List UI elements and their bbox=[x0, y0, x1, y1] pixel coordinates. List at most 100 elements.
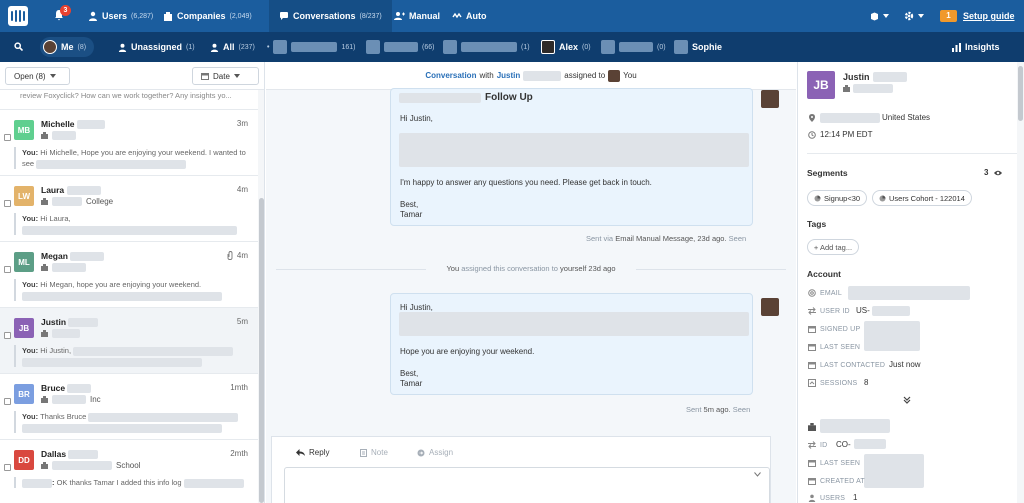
account-title: Account bbox=[807, 269, 841, 279]
eye-icon[interactable] bbox=[994, 169, 1002, 177]
location-pin-icon bbox=[809, 114, 815, 122]
conversation-link[interactable]: Conversation bbox=[425, 71, 476, 80]
inbox-all-count: (237) bbox=[238, 43, 255, 51]
list-scrollbar[interactable] bbox=[258, 90, 264, 503]
inbox-teammate-3-count: (1) bbox=[521, 43, 530, 51]
inbox-unassigned[interactable]: Unassigned (1) bbox=[118, 32, 195, 62]
message-bubble: Hi Justin, Hope you are enjoying your we… bbox=[390, 293, 753, 395]
message-signature: Tamar bbox=[400, 210, 423, 219]
list-item[interactable]: BR Bruce 1mth Inc You: Thanks Bruce bbox=[0, 374, 258, 440]
nav-companies[interactable]: Companies (2,049) bbox=[163, 0, 252, 32]
company-id-label: ID bbox=[820, 442, 828, 449]
timestamp: 1mth bbox=[230, 383, 248, 392]
reply-input[interactable] bbox=[284, 467, 770, 503]
list-item[interactable]: LW Laura 4m College You: Hi Laura, bbox=[0, 176, 258, 242]
segment-pill[interactable]: Signup<30 bbox=[807, 190, 868, 206]
tab-reply[interactable]: Reply bbox=[296, 448, 329, 457]
gear-icon bbox=[904, 11, 914, 21]
list-item-partial[interactable]: review Foxyclick? How can we work togeth… bbox=[0, 90, 258, 110]
inbox-unassigned-label: Unassigned bbox=[131, 42, 183, 52]
redacted-name bbox=[291, 42, 338, 52]
select-checkbox[interactable] bbox=[4, 266, 11, 273]
redacted-name bbox=[461, 42, 517, 52]
list-item[interactable]: DD Dallas 2mth School : OK thanks Tamar … bbox=[0, 440, 258, 503]
status-filter-dropdown[interactable]: Open (8) bbox=[5, 67, 70, 85]
sort-dropdown[interactable]: Date bbox=[192, 67, 259, 85]
tab-assign[interactable]: Assign bbox=[417, 448, 453, 457]
nav-users-label: Users bbox=[102, 11, 128, 21]
avatar: JB bbox=[14, 318, 34, 338]
chevron-down-icon[interactable] bbox=[754, 472, 761, 477]
user-link[interactable]: Justin bbox=[497, 71, 521, 80]
inbox-me[interactable]: Me (8) bbox=[40, 37, 95, 57]
inbox-alex[interactable]: Alex (0) bbox=[541, 32, 591, 62]
profile-company bbox=[843, 84, 893, 93]
nav-users[interactable]: Users (6,287) bbox=[88, 0, 153, 32]
lastcontacted-value: Just now bbox=[889, 360, 921, 369]
sessions-value: 8 bbox=[864, 378, 869, 387]
swap-icon bbox=[808, 441, 816, 449]
inbox-teammate-1[interactable]: • 161) bbox=[267, 32, 355, 62]
message-snippet: : OK thanks Tamar I added this info log bbox=[14, 477, 246, 488]
contact-name: Justin bbox=[41, 317, 99, 328]
setup-guide-link[interactable]: Setup guide bbox=[963, 11, 1015, 21]
status-filter-label: Open (8) bbox=[14, 71, 46, 81]
user-icon bbox=[118, 43, 127, 52]
inbox-sophie[interactable]: Sophie bbox=[674, 32, 722, 62]
inbox-nav: Me (8) Unassigned (1) All (237) • 161) (… bbox=[0, 32, 1024, 62]
inbox-teammate-2-count: (66) bbox=[422, 43, 435, 51]
apps-menu[interactable] bbox=[870, 0, 889, 32]
nav-conversations[interactable]: Conversations (8/237) bbox=[269, 0, 392, 32]
inbox-teammate-3[interactable]: (1) bbox=[443, 32, 530, 62]
insights-label: Insights bbox=[965, 42, 1000, 52]
clock-icon bbox=[808, 131, 816, 139]
email-label: EMAIL bbox=[820, 290, 843, 297]
inbox-teammate-2[interactable]: (66) bbox=[366, 32, 434, 62]
message-bubble: Follow Up Hi Justin, I'm happy to answer… bbox=[390, 88, 753, 226]
segment-pill[interactable]: Users Cohort - 122014 bbox=[872, 190, 972, 206]
sessions-label: SESSIONS bbox=[820, 380, 858, 387]
select-checkbox[interactable] bbox=[4, 134, 11, 141]
list-item[interactable]: ML Megan 4m You: Hi Megan, hope you are … bbox=[0, 242, 258, 308]
inbox-all[interactable]: All (237) bbox=[210, 32, 255, 62]
select-checkbox[interactable] bbox=[4, 398, 11, 405]
inbox-teammate-4-count: (0) bbox=[657, 43, 666, 51]
building-icon bbox=[41, 264, 48, 271]
add-tag-button[interactable]: + Add tag... bbox=[807, 239, 859, 255]
nav-companies-count: (2,049) bbox=[229, 12, 252, 20]
double-chevron-down-icon[interactable] bbox=[903, 396, 911, 404]
calendar-icon bbox=[808, 362, 816, 369]
inbox-teammate-4[interactable]: (0) bbox=[601, 32, 666, 62]
insights-link[interactable]: Insights bbox=[952, 32, 1000, 62]
lastseen-label: LAST SEEN bbox=[820, 344, 861, 351]
profile-name[interactable]: Justin bbox=[843, 72, 907, 82]
select-checkbox[interactable] bbox=[4, 332, 11, 339]
nav-auto[interactable]: Auto bbox=[452, 0, 487, 32]
userid-label: USER ID bbox=[820, 308, 850, 315]
select-checkbox[interactable] bbox=[4, 200, 11, 207]
profile-scrollbar[interactable] bbox=[1017, 62, 1024, 503]
nav-manual[interactable]: Manual bbox=[394, 0, 440, 32]
select-checkbox[interactable] bbox=[4, 464, 11, 471]
redacted-email bbox=[848, 286, 970, 300]
segments-count: 3 bbox=[984, 168, 989, 177]
inbox-teammate-1-count: 161) bbox=[341, 43, 356, 51]
intercom-logo[interactable] bbox=[8, 6, 28, 26]
nav-auto-label: Auto bbox=[466, 11, 487, 21]
list-item[interactable]: JB Justin 5m You: Hi Justin, bbox=[0, 308, 258, 374]
search-icon[interactable] bbox=[14, 42, 23, 51]
inbox-me-count: (8) bbox=[77, 43, 87, 51]
sessions-icon bbox=[808, 379, 816, 387]
reply-arrow-icon bbox=[296, 449, 305, 456]
pie-icon bbox=[814, 195, 821, 201]
building-icon bbox=[843, 85, 850, 92]
conversation-list: review Foxyclick? How can we work togeth… bbox=[0, 90, 258, 503]
settings-menu[interactable] bbox=[904, 0, 924, 32]
list-item[interactable]: MB Michelle 3m You: Hi Michelle, Hope yo… bbox=[0, 110, 258, 176]
contact-name: Bruce bbox=[41, 383, 92, 394]
avatar: ML bbox=[14, 252, 34, 272]
tab-note[interactable]: Note bbox=[360, 448, 388, 457]
message-snippet: You: Hi Megan, hope you are enjoying you… bbox=[14, 279, 246, 301]
avatar bbox=[43, 40, 57, 54]
user-profile-panel: JB Justin United States 12:14 PM EDT Seg… bbox=[797, 62, 1024, 503]
